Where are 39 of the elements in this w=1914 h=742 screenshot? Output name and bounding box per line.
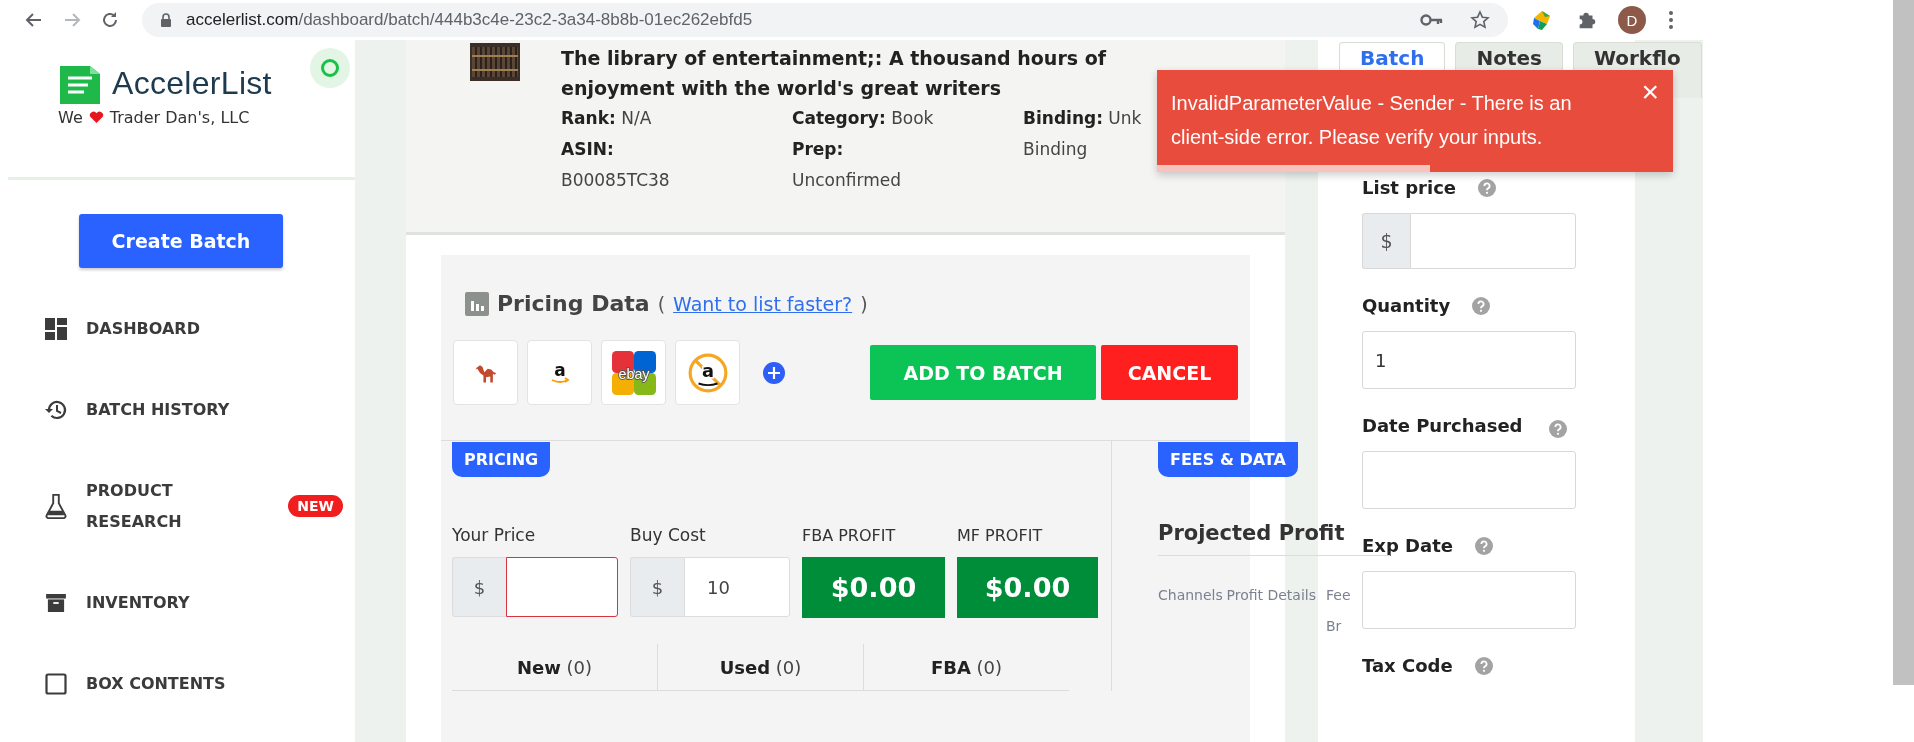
column-header: Profit Details <box>1225 586 1316 605</box>
meta-label: Binding: <box>1023 108 1103 128</box>
product-title: The library of entertainment;: A thousand hours of enjoyment with the world's great writers <box>561 46 1108 101</box>
meta-label: Category: <box>792 108 886 128</box>
field-label: Quantity <box>1362 294 1451 318</box>
field-label: Your Price <box>452 525 537 545</box>
tagline-text: We <box>58 108 83 127</box>
tagline-text: Trader Dan's, LLC <box>109 108 250 127</box>
url-text: accelerlist.com/dashboard/batch/444b3c4e-23c2-3a34-8b8b-01ec262ebfd5 <box>186 10 753 30</box>
currency-prefix: $ <box>452 557 506 617</box>
meta-label: ASIN: <box>561 139 614 159</box>
logo-text: AccelerList <box>112 64 272 102</box>
meta-value: Unconfirmed <box>792 170 901 190</box>
field-label: List price <box>1362 176 1457 200</box>
meta-label: Rank: <box>561 108 616 128</box>
column-header: Channels <box>1158 586 1224 605</box>
meta-value: Book <box>891 108 934 128</box>
new-badge: NEW <box>288 495 343 517</box>
meta-value: N/A <box>621 108 652 128</box>
parenthesis: ) <box>860 292 868 315</box>
meta-value: Unk <box>1108 108 1142 128</box>
currency-prefix: $ <box>1362 213 1410 269</box>
meta-value: Binding <box>1023 139 1088 159</box>
field-label: Tax Code <box>1362 654 1453 678</box>
section-title: Pricing Data <box>497 291 650 316</box>
currency-prefix: $ <box>630 557 684 617</box>
column-header: Fee Br <box>1326 586 1352 636</box>
field-label: FBA PROFIT <box>802 526 897 545</box>
field-label: MF PROFIT <box>957 526 1044 545</box>
profit-value: $0.00 <box>957 557 1098 618</box>
field-label: Buy Cost <box>630 525 707 545</box>
field-label: Date Purchased <box>1362 414 1523 438</box>
section-tag: FEES & DATA <box>1158 442 1298 477</box>
meta-value: B00085TC38 <box>561 170 670 190</box>
section-tag: PRICING <box>452 442 551 477</box>
parenthesis: ( <box>657 292 666 315</box>
profit-value: $0.00 <box>802 557 945 618</box>
error-message: InvalidParameterValue - Sender - There is an client-side error. Please verify your inputs. <box>1171 91 1573 150</box>
meta-label: Prep: <box>792 139 844 159</box>
